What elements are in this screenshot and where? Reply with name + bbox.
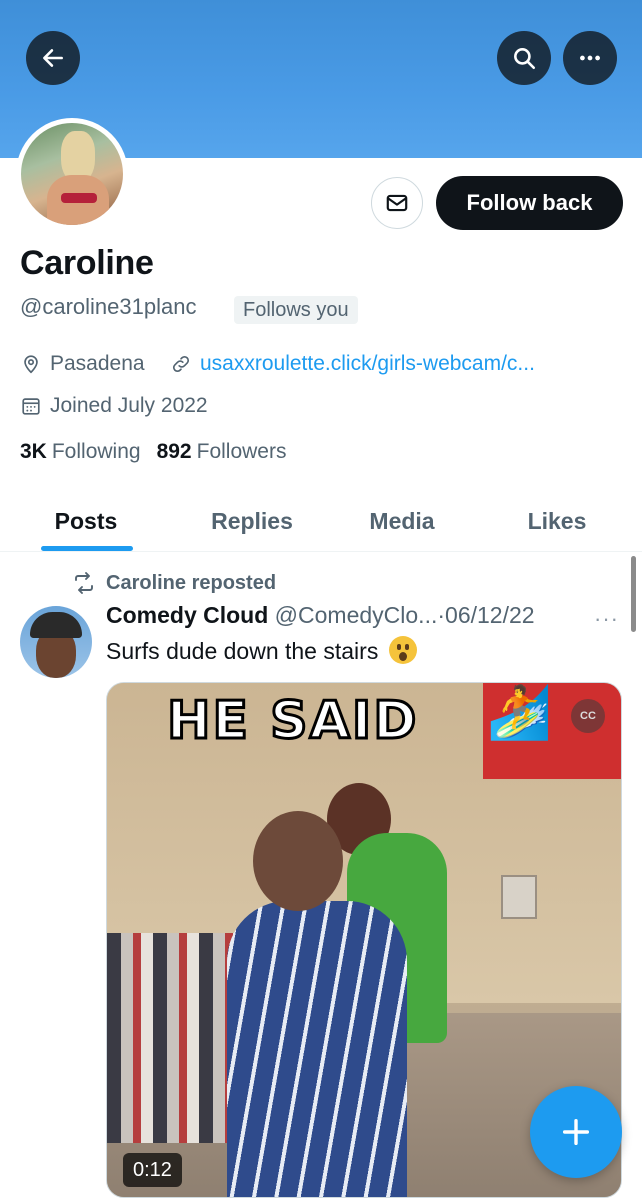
post-date[interactable]: 06/12/22 <box>445 602 535 628</box>
post-text-content: Surfs dude down the stairs <box>106 638 379 664</box>
tab-likes[interactable]: Likes <box>472 490 642 552</box>
repost-label: Caroline reposted <box>106 571 277 594</box>
repost-indicator: Caroline reposted <box>72 571 276 595</box>
link-icon <box>172 355 190 373</box>
video-person-striped-shirt <box>227 901 407 1197</box>
website-link[interactable]: usaxxroulette.click/girls-webcam/c... <box>200 352 535 376</box>
following-stat[interactable]: 3K Following <box>20 440 141 464</box>
follow-stats: 3K Following 892 Followers <box>20 440 286 464</box>
avatar-strap <box>61 193 97 203</box>
profile-avatar[interactable] <box>16 118 128 230</box>
scrollbar[interactable] <box>631 556 636 632</box>
post-author-name[interactable]: Comedy Cloud <box>106 602 268 628</box>
plus-icon <box>562 1118 590 1146</box>
followers-count: 892 <box>156 440 192 463</box>
follow-back-button[interactable]: Follow back <box>436 176 623 230</box>
avatar-cap <box>30 612 82 638</box>
message-button[interactable] <box>371 177 423 229</box>
mail-icon <box>386 194 408 212</box>
follows-you-badge: Follows you <box>234 296 358 324</box>
location-pin-icon <box>24 355 38 374</box>
tab-posts[interactable]: Posts <box>0 490 172 552</box>
more-horizontal-icon <box>580 55 600 61</box>
search-icon <box>514 48 536 70</box>
tab-media[interactable]: Media <box>332 490 472 552</box>
more-button[interactable] <box>563 31 617 85</box>
followers-label: Followers <box>196 440 287 463</box>
arrow-left-icon <box>43 49 63 67</box>
video-caption: HE SAID <box>165 690 419 753</box>
post-more-button[interactable]: ··· <box>594 606 619 632</box>
profile-tabs: Posts Replies Media Likes <box>0 490 642 552</box>
active-tab-indicator <box>41 546 133 551</box>
search-button[interactable] <box>497 31 551 85</box>
back-button[interactable] <box>26 31 80 85</box>
surfer-emoji-icon: 🏄 <box>487 684 552 742</box>
following-count: 3K <box>20 440 47 463</box>
video-light-switch <box>501 875 537 919</box>
followers-stat[interactable]: 892 Followers <box>157 440 287 464</box>
post-author-avatar[interactable] <box>20 606 92 678</box>
website-row[interactable]: usaxxroulette.click/girls-webcam/c... <box>170 352 535 376</box>
location-row: Pasadena <box>20 352 145 376</box>
joined-text: Joined July 2022 <box>50 394 208 417</box>
profile-handle: @caroline31planc <box>20 294 197 319</box>
location-text: Pasadena <box>50 352 145 375</box>
video-person-head <box>253 811 343 911</box>
closed-captions-button[interactable]: CC <box>571 699 605 733</box>
calendar-icon <box>22 398 40 415</box>
compose-button[interactable] <box>530 1086 622 1178</box>
post-author-handle[interactable]: @ComedyClo... <box>275 602 438 628</box>
surprised-face-icon <box>388 636 417 664</box>
profile-name: Caroline <box>20 244 154 282</box>
post-header: Comedy Cloud @ComedyClo...·06/12/22 <box>106 602 535 629</box>
joined-row: Joined July 2022 <box>20 394 208 418</box>
post-text: Surfs dude down the stairs <box>106 636 417 665</box>
video-duration: 0:12 <box>123 1153 182 1187</box>
post-separator: · <box>437 602 446 628</box>
repost-icon <box>75 572 93 594</box>
following-label: Following <box>51 440 141 463</box>
tab-replies[interactable]: Replies <box>172 490 332 552</box>
